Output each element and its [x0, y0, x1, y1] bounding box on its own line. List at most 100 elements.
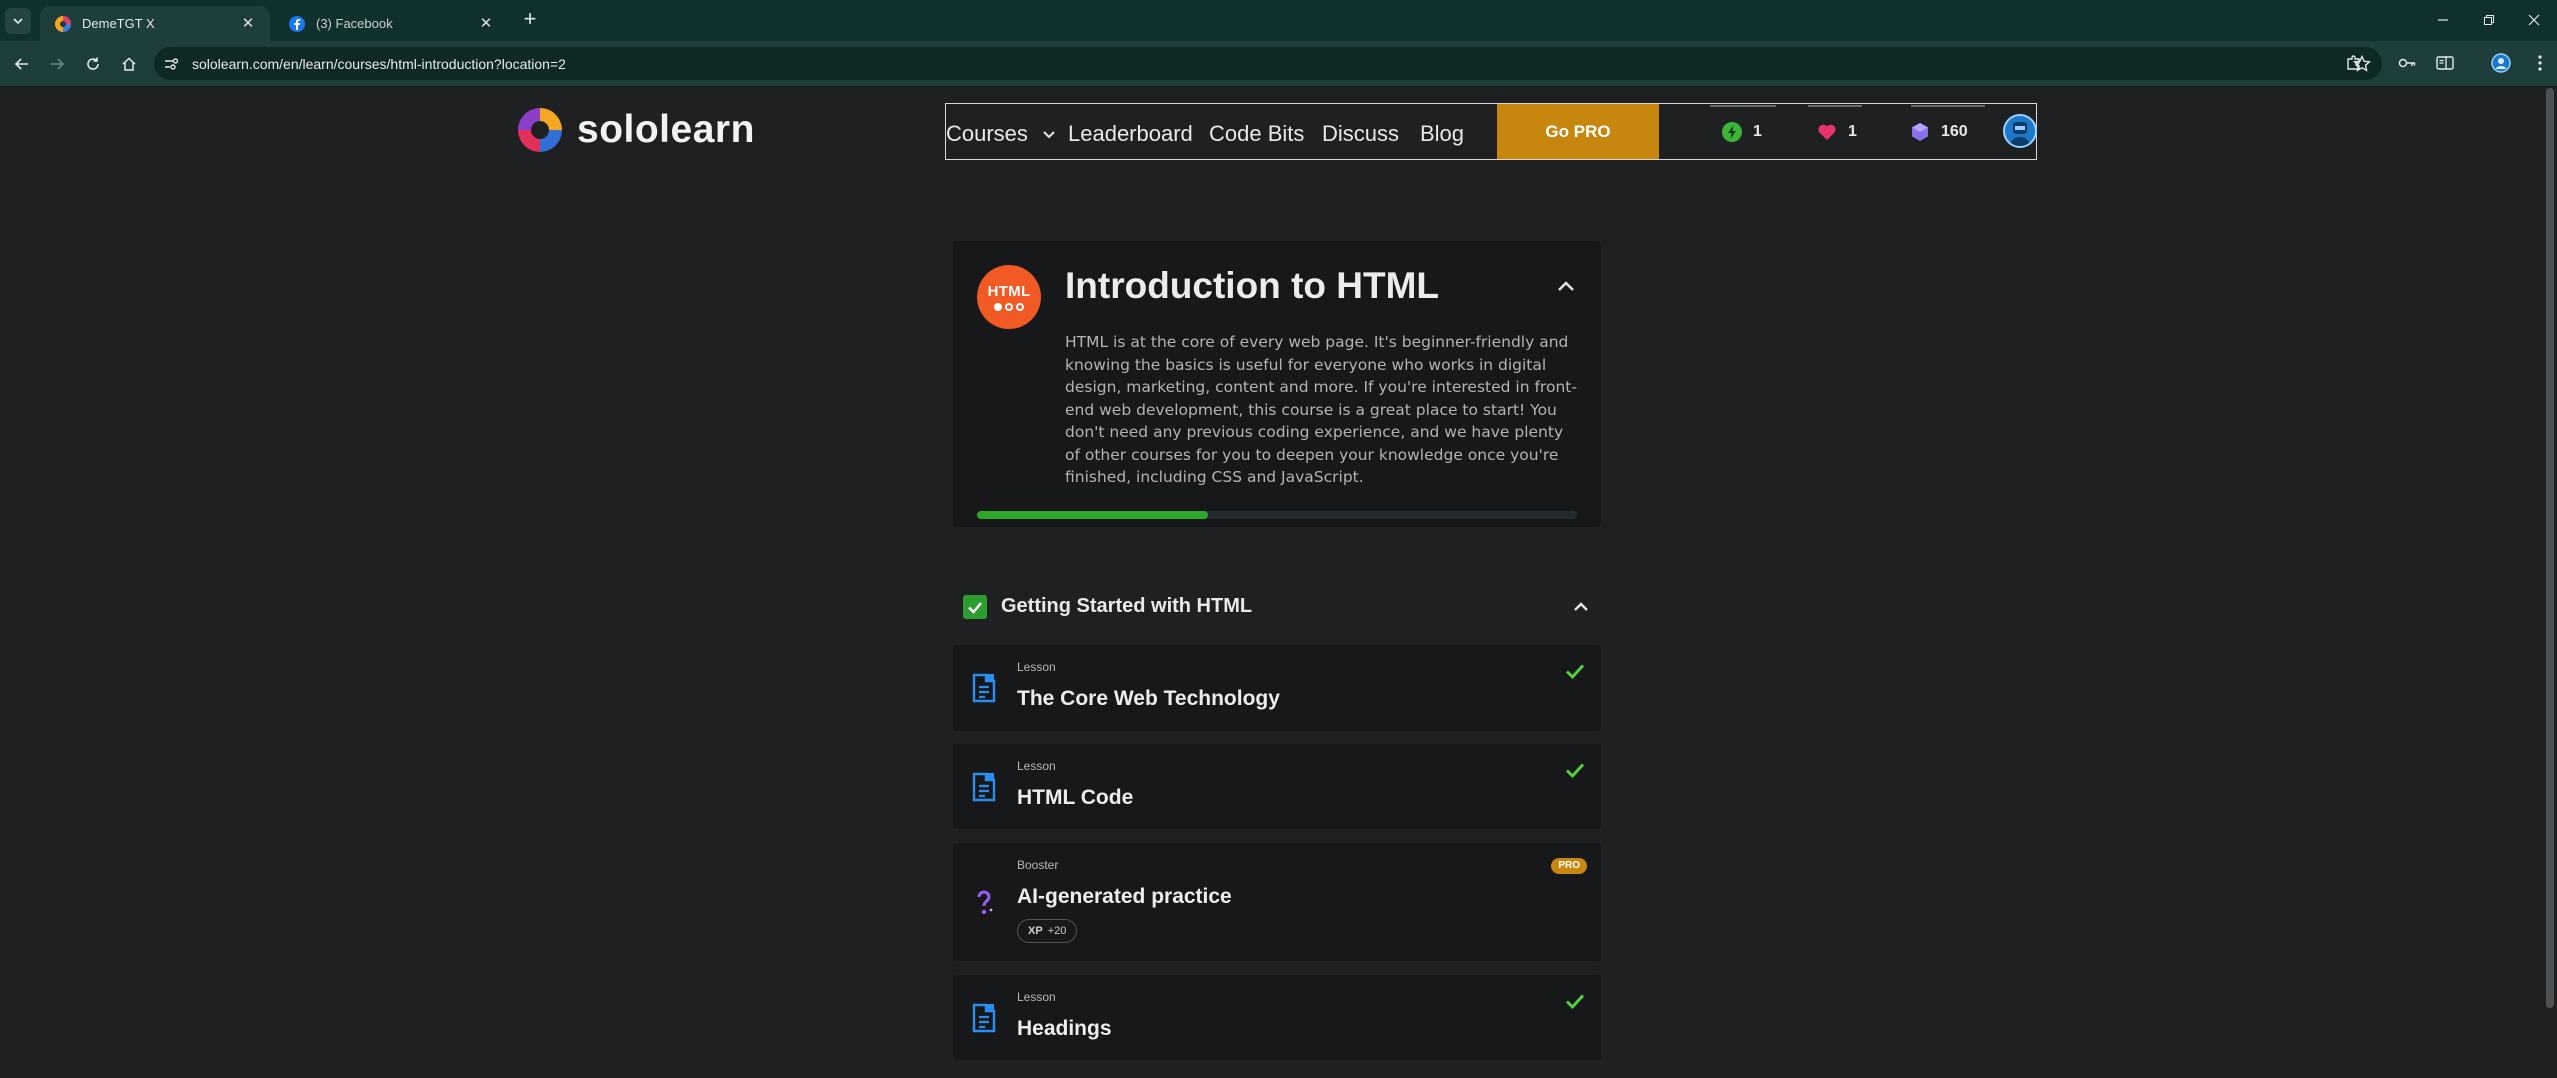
- reload-button[interactable]: [81, 52, 105, 76]
- chevron-up-icon[interactable]: [1553, 273, 1579, 299]
- nav-leaderboard[interactable]: Leaderboard: [1068, 121, 1193, 147]
- gem-icon: [1912, 122, 1928, 141]
- browser-tab-facebook[interactable]: (3) Facebook ✕: [274, 6, 508, 41]
- tab-search-button[interactable]: [5, 8, 31, 34]
- course-progress-fill: [977, 511, 1208, 519]
- lesson-document-icon: [972, 673, 996, 703]
- item-kind: Lesson: [1017, 759, 1056, 773]
- restore-button[interactable]: [2469, 6, 2509, 34]
- restore-icon: [2484, 15, 2494, 25]
- page-content: sololearn Courses Leaderboard Code Bits …: [0, 86, 2557, 1078]
- lesson-item[interactable]: Lesson The Core Web Technology: [953, 645, 1601, 731]
- home-button[interactable]: [117, 52, 141, 76]
- module-title: Getting Started with HTML: [1001, 595, 1253, 617]
- reload-icon: [87, 57, 99, 70]
- go-pro-button[interactable]: Go PRO: [1497, 104, 1659, 159]
- course-badge: HTML: [977, 265, 1041, 329]
- booster-item[interactable]: Booster AI-generated practice PRO XP +20: [953, 843, 1601, 961]
- browser-toolbar: sololearn.com/en/learn/courses/html-intr…: [0, 41, 2557, 86]
- item-name: HTML Code: [1017, 786, 1134, 809]
- lesson-document-icon: [972, 1003, 996, 1033]
- checkbox-checked-icon: [963, 595, 987, 619]
- minimize-icon: [2438, 19, 2448, 21]
- close-icon[interactable]: ✕: [240, 15, 256, 32]
- sololearn-logo[interactable]: sololearn: [515, 105, 755, 155]
- sidebar-icon: [2436, 56, 2454, 70]
- home-icon: [122, 57, 136, 71]
- lesson-document-icon: [972, 772, 996, 802]
- nav-blog[interactable]: Blog: [1420, 121, 1464, 147]
- site-header: sololearn Courses Leaderboard Code Bits …: [0, 86, 2557, 160]
- course-level-dots: [977, 303, 1041, 311]
- course-description: HTML is at the core of every web page. I…: [1065, 333, 1577, 486]
- extensions-button[interactable]: [2343, 52, 2365, 74]
- checkmark-icon: [1566, 664, 1585, 680]
- avatar-icon: [2010, 122, 2030, 146]
- gems-value: 160: [1941, 122, 1968, 140]
- main-nav: Courses Leaderboard Code Bits Discuss Bl…: [945, 103, 2037, 160]
- chevron-down-icon: [13, 18, 23, 25]
- reading-mode-button[interactable]: [2434, 52, 2456, 74]
- nav-courses[interactable]: Courses: [946, 121, 1056, 147]
- address-bar[interactable]: sololearn.com/en/learn/courses/html-intr…: [154, 47, 2382, 80]
- user-avatar[interactable]: [2003, 114, 2037, 148]
- streak-counter[interactable]: 1: [1721, 104, 1762, 159]
- checkmark-icon: [1566, 994, 1585, 1010]
- item-name: AI-generated practice: [1017, 885, 1232, 908]
- passwords-button[interactable]: [2396, 52, 2418, 74]
- close-icon: [2528, 14, 2540, 26]
- arrow-left-icon: [14, 58, 28, 70]
- logo-wordmark: sololearn: [577, 108, 755, 151]
- minimize-button[interactable]: [2423, 6, 2463, 34]
- nav-discuss[interactable]: Discuss: [1322, 121, 1399, 147]
- profile-button[interactable]: [2490, 52, 2512, 74]
- xp-reward-badge: XP +20: [1017, 919, 1078, 943]
- page-scrollbar[interactable]: [2543, 86, 2557, 1078]
- module-header[interactable]: Getting Started with HTML: [953, 587, 1601, 631]
- course-progress-bar: [977, 511, 1577, 519]
- tab-title: (3) Facebook: [316, 16, 393, 31]
- site-settings-icon: [165, 58, 179, 70]
- item-kind: Booster: [1017, 858, 1059, 872]
- nav-courses-label: Courses: [946, 121, 1028, 146]
- course-title: Introduction to HTML: [1065, 265, 1440, 306]
- new-tab-button[interactable]: +: [518, 8, 542, 32]
- nav-code-bits[interactable]: Code Bits: [1209, 121, 1304, 147]
- gems-counter[interactable]: 160: [1909, 104, 1968, 159]
- item-name: Headings: [1017, 1017, 1112, 1040]
- course-overview-card: HTML Introduction to HTML HTML is at the…: [953, 241, 1601, 527]
- sololearn-logo-icon: [518, 108, 562, 152]
- xp-value: +20: [1047, 925, 1067, 937]
- item-name: The Core Web Technology: [1017, 687, 1280, 710]
- heart-icon: [1818, 124, 1836, 140]
- xp-label: XP: [1028, 925, 1043, 937]
- lesson-item[interactable]: Lesson HTML Code: [953, 744, 1601, 829]
- hearts-counter[interactable]: 1: [1816, 104, 1857, 159]
- item-kind: Lesson: [1017, 660, 1056, 674]
- course-badge-label: HTML: [987, 283, 1031, 300]
- scrollbar-thumb[interactable]: [2546, 88, 2554, 1008]
- sololearn-favicon-icon: [55, 15, 71, 32]
- tab-title: DemeTGT X: [82, 16, 155, 31]
- chevron-down-icon: [1043, 131, 1055, 139]
- browser-tab-bar: DemeTGT X ✕ (3) Facebook ✕ +: [0, 0, 2557, 41]
- puzzle-icon: [2347, 55, 2360, 70]
- lightning-icon: [1722, 121, 1742, 142]
- item-kind: Lesson: [1017, 990, 1056, 1004]
- browser-tab-active[interactable]: DemeTGT X ✕: [40, 6, 270, 41]
- checkmark-icon: [1566, 763, 1585, 779]
- url-text: sololearn.com/en/learn/courses/html-intr…: [192, 56, 566, 72]
- hearts-value: 1: [1848, 122, 1857, 140]
- question-mark-icon: [977, 890, 993, 915]
- close-icon[interactable]: ✕: [478, 15, 494, 32]
- close-window-button[interactable]: [2514, 6, 2554, 34]
- chevron-up-icon[interactable]: [1569, 595, 1593, 619]
- back-button[interactable]: [10, 52, 34, 76]
- streak-value: 1: [1753, 122, 1762, 140]
- lesson-item[interactable]: Lesson Headings: [953, 975, 1601, 1060]
- arrow-right-icon: [51, 58, 65, 70]
- facebook-favicon-icon: [289, 15, 305, 32]
- forward-button[interactable]: [45, 52, 69, 76]
- browser-menu-button[interactable]: [2529, 52, 2551, 74]
- pro-badge: PRO: [1551, 858, 1587, 874]
